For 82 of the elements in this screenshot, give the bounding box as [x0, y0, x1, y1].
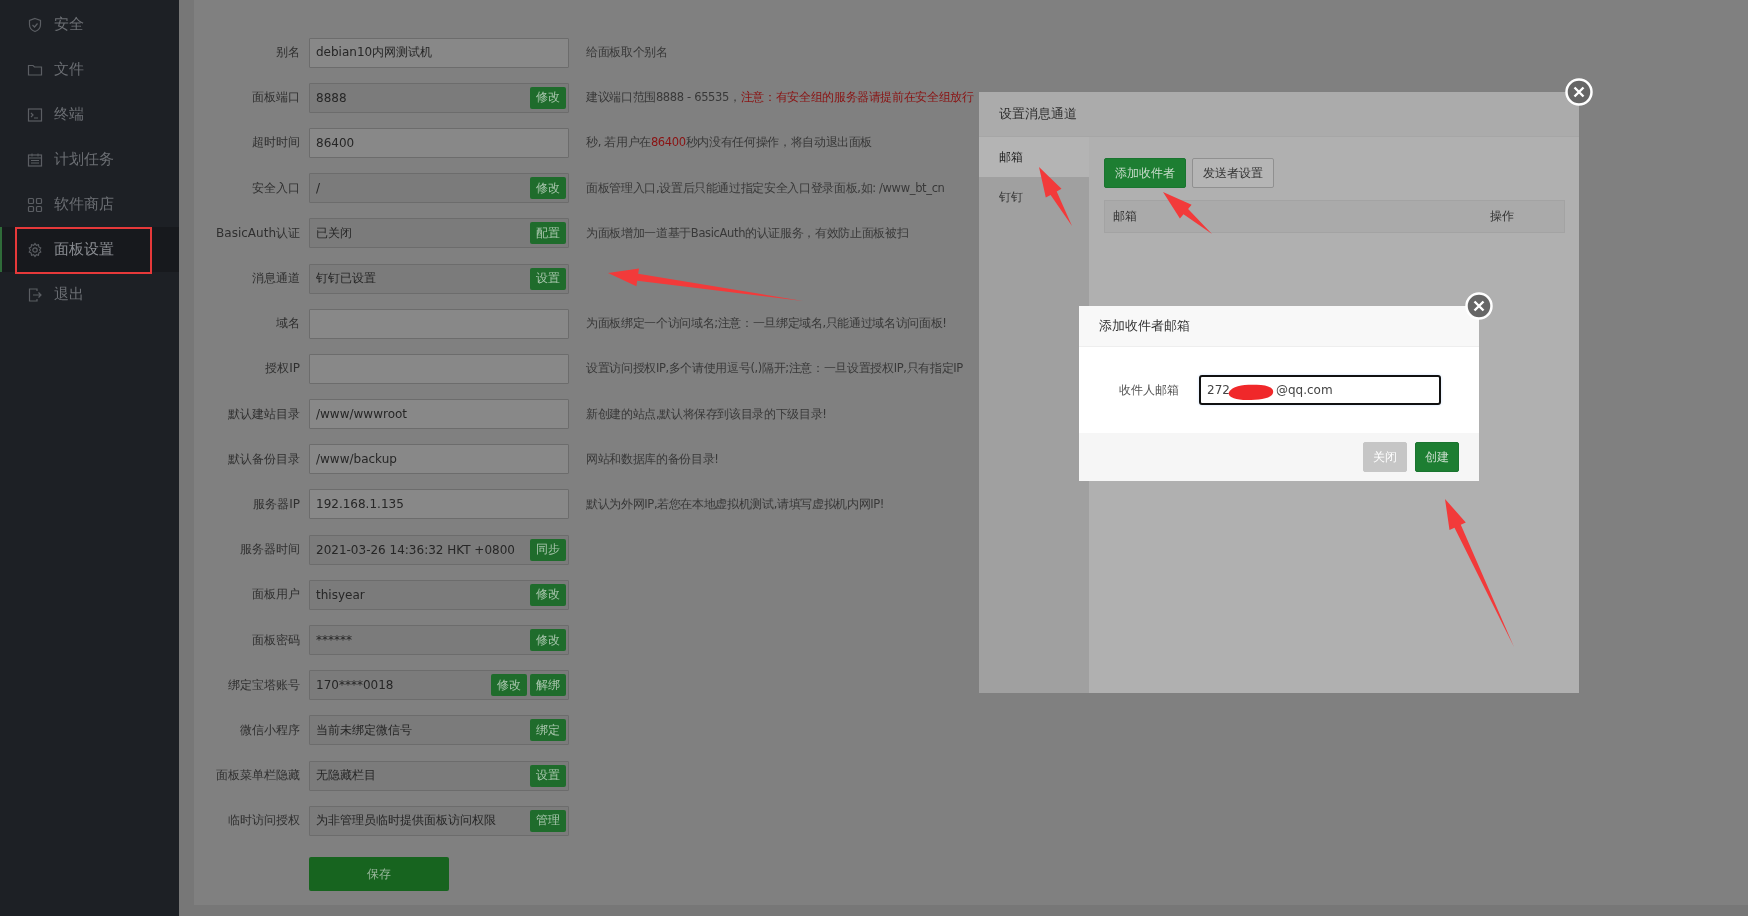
annotation-arrow	[1039, 167, 1072, 226]
field-label: 微信小程序	[239, 721, 300, 739]
hint-text: 面板管理入口,设置后只能通过指定安全入口登录面板,如: /www_bt_cn	[586, 180, 945, 196]
field-label: 服务器IP	[252, 495, 300, 513]
dialog-button[interactable]: 创建	[1415, 442, 1459, 472]
input-field[interactable]: 为非管理员临时提供面板访问权限 管理	[309, 805, 569, 836]
email-field[interactable]: 272 @qq.com	[1199, 375, 1441, 405]
input-field[interactable]: 已关闭 配置	[309, 218, 569, 249]
sidebar-item[interactable]: 软件商店	[0, 182, 179, 227]
field-label: 默认建站目录	[227, 405, 300, 423]
sidebar-item[interactable]: 计划任务	[0, 137, 179, 182]
field-button[interactable]: 配置	[530, 222, 566, 245]
field-label: 超时时间	[251, 134, 300, 152]
field-button[interactable]: 修改	[491, 674, 527, 697]
field-button[interactable]: 同步	[530, 538, 566, 561]
hint-text: 给面板取个别名	[586, 45, 668, 61]
field-label: 别名	[275, 44, 300, 62]
shield-icon	[27, 16, 43, 33]
input-field[interactable]: 8888 修改	[309, 82, 569, 113]
sidebar-item[interactable]: 安全	[0, 2, 179, 47]
field-button[interactable]: 解绑	[530, 674, 566, 697]
field-label: 临时访问授权	[227, 812, 300, 830]
field-label: 收件人邮箱	[1119, 381, 1180, 399]
field-button[interactable]: 绑定	[530, 719, 566, 742]
input-field[interactable]: 192.168.1.135	[309, 489, 569, 520]
tab[interactable]: 邮箱	[979, 137, 1089, 177]
input-field[interactable]: ****** 修改	[309, 625, 569, 656]
field-button[interactable]: 修改	[530, 583, 566, 606]
input-field[interactable]: 无隐藏栏目 设置	[309, 760, 569, 791]
hint-text: 秒, 若用户在86400秒内没有任何操作，将自动退出面板	[586, 135, 873, 151]
input-field[interactable]	[309, 308, 569, 339]
dialog-title: 添加收件者邮箱	[1079, 306, 1479, 347]
field-label: 绑定宝塔账号	[227, 676, 300, 694]
field-label: 面板菜单栏隐藏	[215, 767, 300, 785]
hint-text: 建议端口范围8888 - 65535，注意：有安全组的服务器请提前在安全组放行	[586, 90, 974, 106]
field-label: 服务器时间	[239, 541, 300, 559]
field-label: 安全入口	[251, 179, 300, 197]
field-label: 面板用户	[251, 586, 300, 604]
annotation-arrow	[1163, 192, 1212, 234]
input-field[interactable]: 2021-03-26 14:36:32 HKT +0800 同步	[309, 534, 569, 565]
input-field[interactable]: /www/wwwroot	[309, 399, 569, 430]
hint-text: 网站和数据库的备份目录!	[586, 451, 719, 467]
field-label: 授权IP	[264, 360, 300, 378]
field-button[interactable]: 设置	[530, 764, 566, 787]
exit-icon	[27, 286, 43, 303]
grid-icon	[27, 196, 43, 213]
input-field[interactable]: /www/backup	[309, 444, 569, 475]
input-field[interactable]: 170****0018 修改 解绑	[309, 670, 569, 701]
field-button[interactable]: 修改	[530, 177, 566, 200]
input-field[interactable]: 当前未绑定微信号 绑定	[309, 715, 569, 746]
field-button[interactable]: 修改	[530, 629, 566, 652]
field-label: 消息通道	[251, 270, 300, 288]
field-button[interactable]: 设置	[530, 267, 566, 290]
field-label: BasicAuth认证	[215, 224, 300, 242]
dialog-title: 设置消息通道	[979, 92, 1579, 137]
input-field[interactable]	[309, 353, 569, 384]
field-label: 默认备份目录	[227, 450, 300, 468]
field-label: 面板密码	[251, 631, 300, 649]
save-button[interactable]: 保存	[309, 857, 449, 892]
field-button[interactable]: 管理	[530, 809, 566, 832]
sidebar-item[interactable]: 面板设置	[0, 227, 179, 272]
input-field[interactable]: 86400	[309, 127, 569, 158]
calendar-icon	[27, 151, 43, 168]
column-header: 操作	[1490, 208, 1514, 225]
field-label: 域名	[275, 315, 300, 333]
dialog-button[interactable]: 发送者设置	[1192, 158, 1274, 188]
tab[interactable]: 钉钉	[979, 177, 1089, 217]
input-field[interactable]: 钉钉已设置 设置	[309, 263, 569, 294]
sidebar-item[interactable]: 文件	[0, 47, 179, 92]
gear-icon	[27, 241, 43, 258]
sidebar-item[interactable]: 终端	[0, 92, 179, 137]
hint-text: 新创建的站点,默认将保存到该目录的下级目录!	[586, 406, 827, 422]
sidebar-item[interactable]: 退出	[0, 272, 179, 317]
hint-text: 默认为外网IP,若您在本地虚拟机测试,请填写虚拟机内网IP!	[586, 496, 885, 512]
column-header: 邮箱	[1113, 208, 1137, 225]
input-field[interactable]: debian10内网测试机	[309, 37, 569, 68]
input-field[interactable]: / 修改	[309, 173, 569, 204]
field-button[interactable]: 修改	[530, 86, 566, 109]
field-label: 面板端口	[251, 89, 300, 107]
terminal-icon	[27, 106, 43, 123]
input-field[interactable]: thisyear 修改	[309, 579, 569, 610]
dialog-button[interactable]: 添加收件者	[1104, 158, 1186, 188]
